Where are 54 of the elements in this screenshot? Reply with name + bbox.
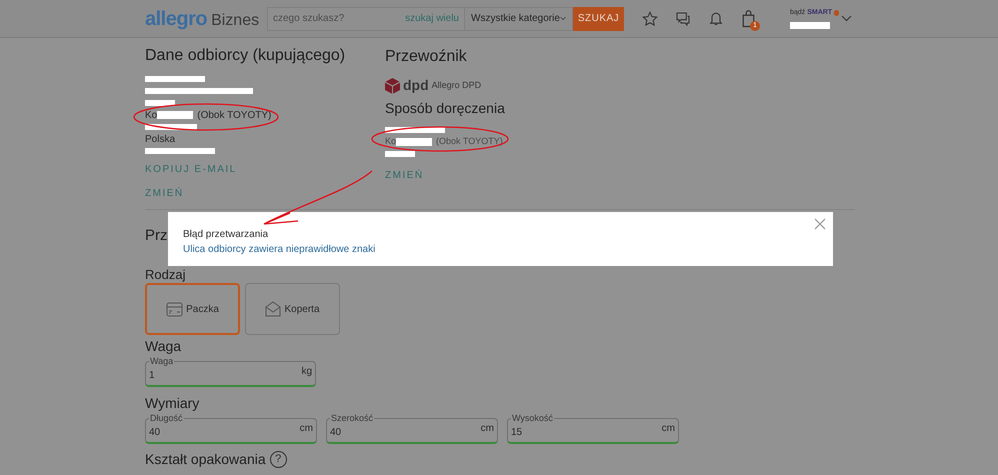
country-text: Polska	[145, 132, 176, 146]
search-input[interactable]: czego szukasz?	[273, 11, 383, 26]
shipment-heading: Prz	[145, 227, 168, 245]
dialog-title: Błąd przetwarzania	[183, 228, 270, 242]
cube-icon	[385, 78, 400, 94]
unit-text: cm	[480, 422, 494, 436]
field-value: 40	[330, 426, 342, 440]
bell-icon[interactable]	[708, 10, 724, 27]
package-type-card[interactable]: Paczka	[145, 283, 240, 335]
field-value: 15	[511, 426, 522, 440]
field-label: Długość	[149, 413, 184, 423]
carrier-logo: dpd	[403, 76, 429, 95]
smart-badge-icon	[834, 10, 840, 16]
redaction-mark	[145, 148, 215, 154]
package-type-card[interactable]: Koperta	[245, 283, 340, 335]
field-label: Waga	[149, 356, 174, 366]
star-icon[interactable]	[642, 10, 658, 26]
carrier-name: Allegro DPD	[432, 78, 482, 92]
package-shape-heading: Kształt opakowania	[145, 450, 266, 469]
field-value: 1	[149, 369, 155, 383]
shopping-bag-icon[interactable]	[741, 10, 756, 28]
dimensions-heading: Wymiary	[145, 395, 200, 412]
weight-heading: Waga	[145, 338, 182, 355]
chevron-down-icon	[560, 15, 566, 22]
close-button[interactable]	[814, 218, 826, 230]
redaction-mark	[157, 111, 194, 119]
unit-text: cm	[300, 422, 313, 436]
address-landmark: (Obok TOYOTY)	[436, 135, 503, 148]
field-label: Szerokość	[330, 413, 374, 423]
address-prefix: Ko	[385, 135, 396, 148]
chat-icon[interactable]	[675, 10, 691, 26]
field-label: Wysokość	[511, 413, 554, 423]
search-button[interactable]: SZUKAJ	[573, 6, 624, 30]
redaction-mark	[790, 22, 830, 30]
carrier-heading: Przewoźnik	[385, 47, 468, 67]
chevron-down-icon[interactable]	[841, 15, 852, 22]
help-icon[interactable]: ?	[270, 451, 287, 468]
redaction-mark	[145, 100, 175, 106]
redaction-mark	[396, 138, 432, 146]
type-label: Rodzaj	[145, 268, 186, 281]
dialog-message: Ulica odbiorcy zawiera nieprawidłowe znaki	[183, 243, 376, 257]
recipient-heading: Dane odbiorcy (kupującego)	[145, 46, 346, 66]
unit-text: cm	[662, 422, 675, 436]
unit-text: kg	[301, 365, 312, 379]
field-value: 40	[149, 426, 160, 440]
redaction-mark	[145, 76, 205, 82]
address-landmark: (Obok TOYOTY)	[197, 108, 272, 122]
envelope-icon	[265, 301, 282, 317]
address-prefix: Ko	[145, 108, 158, 122]
close-icon	[814, 218, 826, 230]
logo-suffix: Biznes	[211, 10, 260, 30]
delivery-heading: Sposób doręczenia	[385, 99, 506, 118]
redaction-mark	[385, 151, 415, 157]
category-dropdown[interactable]: Wszystkie kategorie	[465, 6, 573, 30]
